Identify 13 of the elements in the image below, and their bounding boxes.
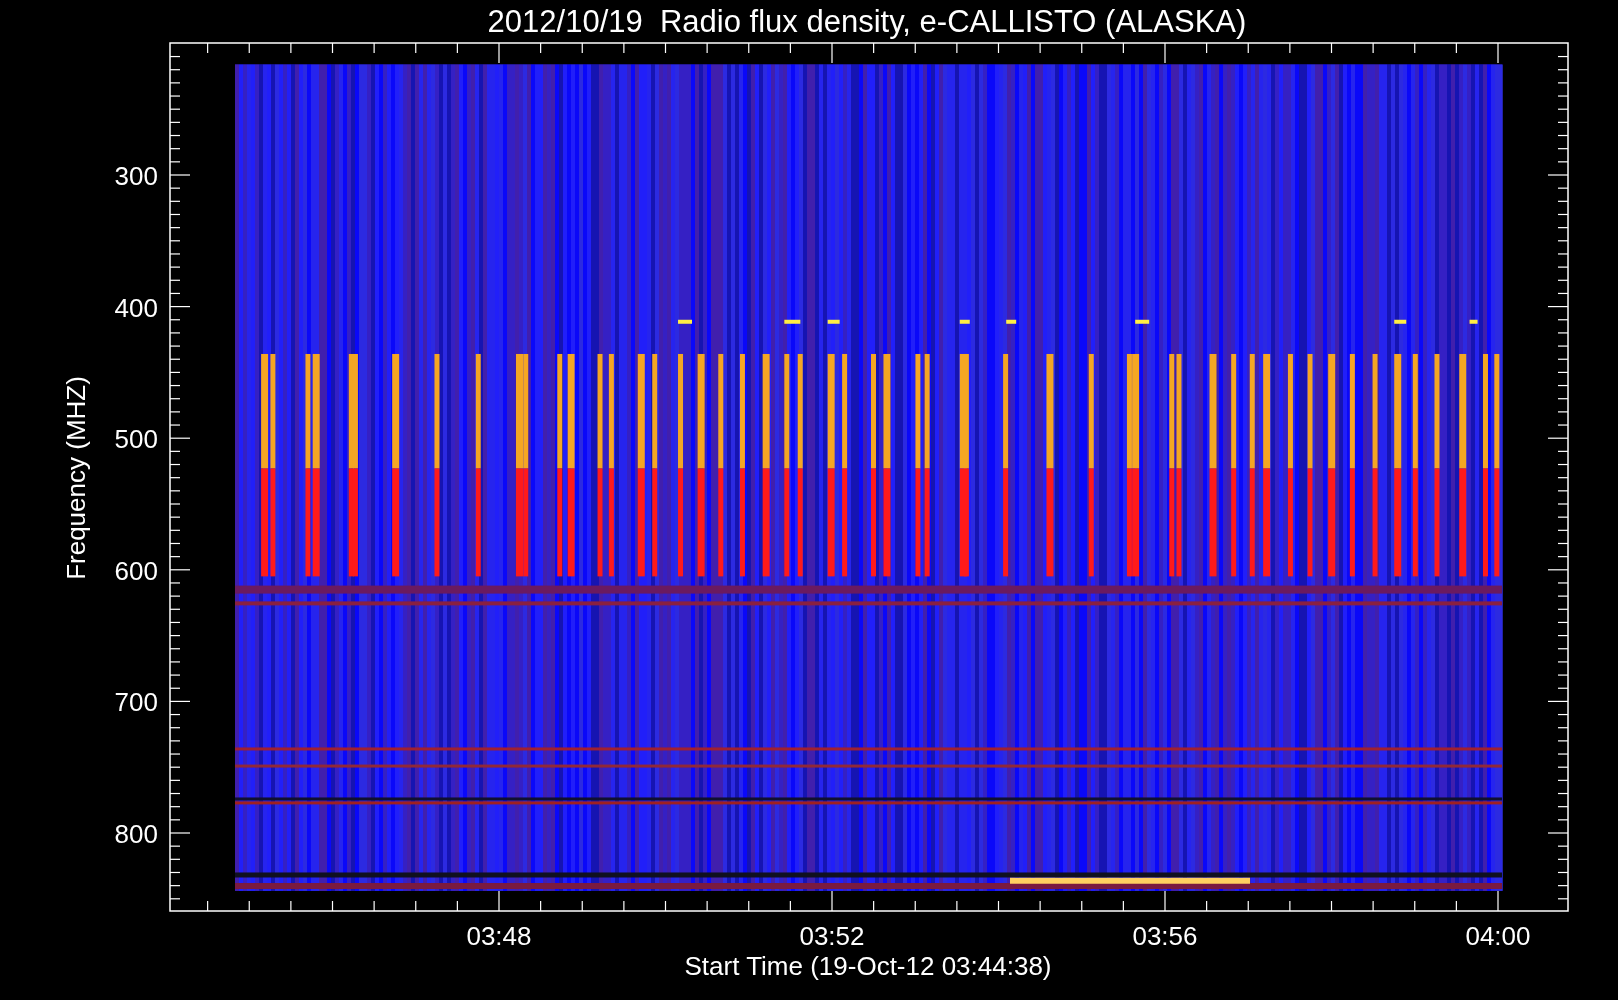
axis-tick-label: 03:48	[466, 921, 532, 951]
axis-tick-label: 500	[114, 424, 158, 455]
axis-tick-label: 03:52	[799, 921, 865, 951]
axis-tick-label: 700	[114, 687, 158, 718]
axis-tick-label: 400	[114, 292, 158, 323]
axis-tick-label: 03:56	[1132, 921, 1198, 951]
axis-tick-label: 300	[114, 161, 158, 191]
chart-title: 2012/10/19 Radio flux density, e-CALLISTO (ALASKA)	[487, 4, 1247, 39]
axis-tick-label: 600	[114, 555, 158, 586]
axis-title: Frequency (MHZ)	[61, 376, 91, 580]
axis-tick-label: 04:00	[1465, 921, 1531, 951]
axis-tick-label: 800	[114, 819, 158, 849]
axis-title: Start Time (19-Oct-12 03:44:38)	[684, 951, 1052, 981]
